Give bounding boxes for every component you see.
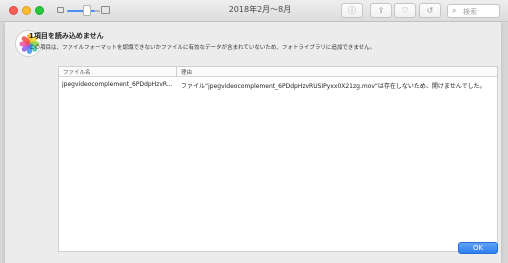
zoom-out-icon xyxy=(57,7,64,13)
cell-reason: ファイル“jpegvideocomplement_6PDdpHzvRUSIPyx… xyxy=(181,83,486,90)
toolbar: 2018年2月〜8月 ⓘ ⇪ ♡ ↺ ⌕ 検索 xyxy=(0,0,508,22)
failed-items-table: ファイル名 理由 jpegvideocomplement_6PDdpHzvR..… xyxy=(58,66,498,252)
close-window-button[interactable] xyxy=(9,6,18,15)
zoom-in-icon xyxy=(101,6,110,14)
ok-button[interactable]: OK xyxy=(458,242,498,254)
search-placeholder: 検索 xyxy=(463,8,477,16)
content-edge xyxy=(501,22,508,263)
share-icon: ⇪ xyxy=(377,6,385,15)
zoom-slider-track-rest[interactable] xyxy=(95,10,100,12)
table-header: ファイル名 理由 xyxy=(59,67,497,77)
info-button[interactable]: ⓘ xyxy=(341,3,363,18)
column-header-reason[interactable]: 理由 xyxy=(181,68,192,76)
dialog-message: この項目は、ファイルフォーマットを認識できないかファイルに有効なデータが含まれて… xyxy=(29,45,376,51)
window-title: 2018年2月〜8月 xyxy=(228,5,292,14)
cell-filename: jpegvideocomplement_6PDdpHzvR... xyxy=(62,81,173,88)
rotate-icon: ↺ xyxy=(426,6,434,15)
photos-window: 2018年2月〜8月 ⓘ ⇪ ♡ ↺ ⌕ 検索 1項目を読み込めません この項目… xyxy=(0,0,508,263)
info-icon: ⓘ xyxy=(348,6,356,15)
dialog-title: 1項目を読み込めません xyxy=(29,32,104,40)
column-divider[interactable] xyxy=(176,67,177,77)
rotate-button[interactable]: ↺ xyxy=(419,3,441,18)
zoom-window-button[interactable] xyxy=(35,6,44,15)
search-input[interactable]: ⌕ 検索 xyxy=(447,4,500,18)
import-error-sheet: 1項目を読み込めません この項目は、ファイルフォーマットを認識できないかファイル… xyxy=(5,22,501,263)
column-header-filename[interactable]: ファイル名 xyxy=(63,68,91,76)
share-button[interactable]: ⇪ xyxy=(370,3,392,18)
favorite-button[interactable]: ♡ xyxy=(394,3,416,18)
heart-icon: ♡ xyxy=(401,6,409,15)
minimize-window-button[interactable] xyxy=(22,6,31,15)
search-icon: ⌕ xyxy=(452,6,457,15)
table-row[interactable]: jpegvideocomplement_6PDdpHzvR... ファイル“jp… xyxy=(59,80,497,91)
zoom-slider-knob[interactable] xyxy=(83,5,91,16)
